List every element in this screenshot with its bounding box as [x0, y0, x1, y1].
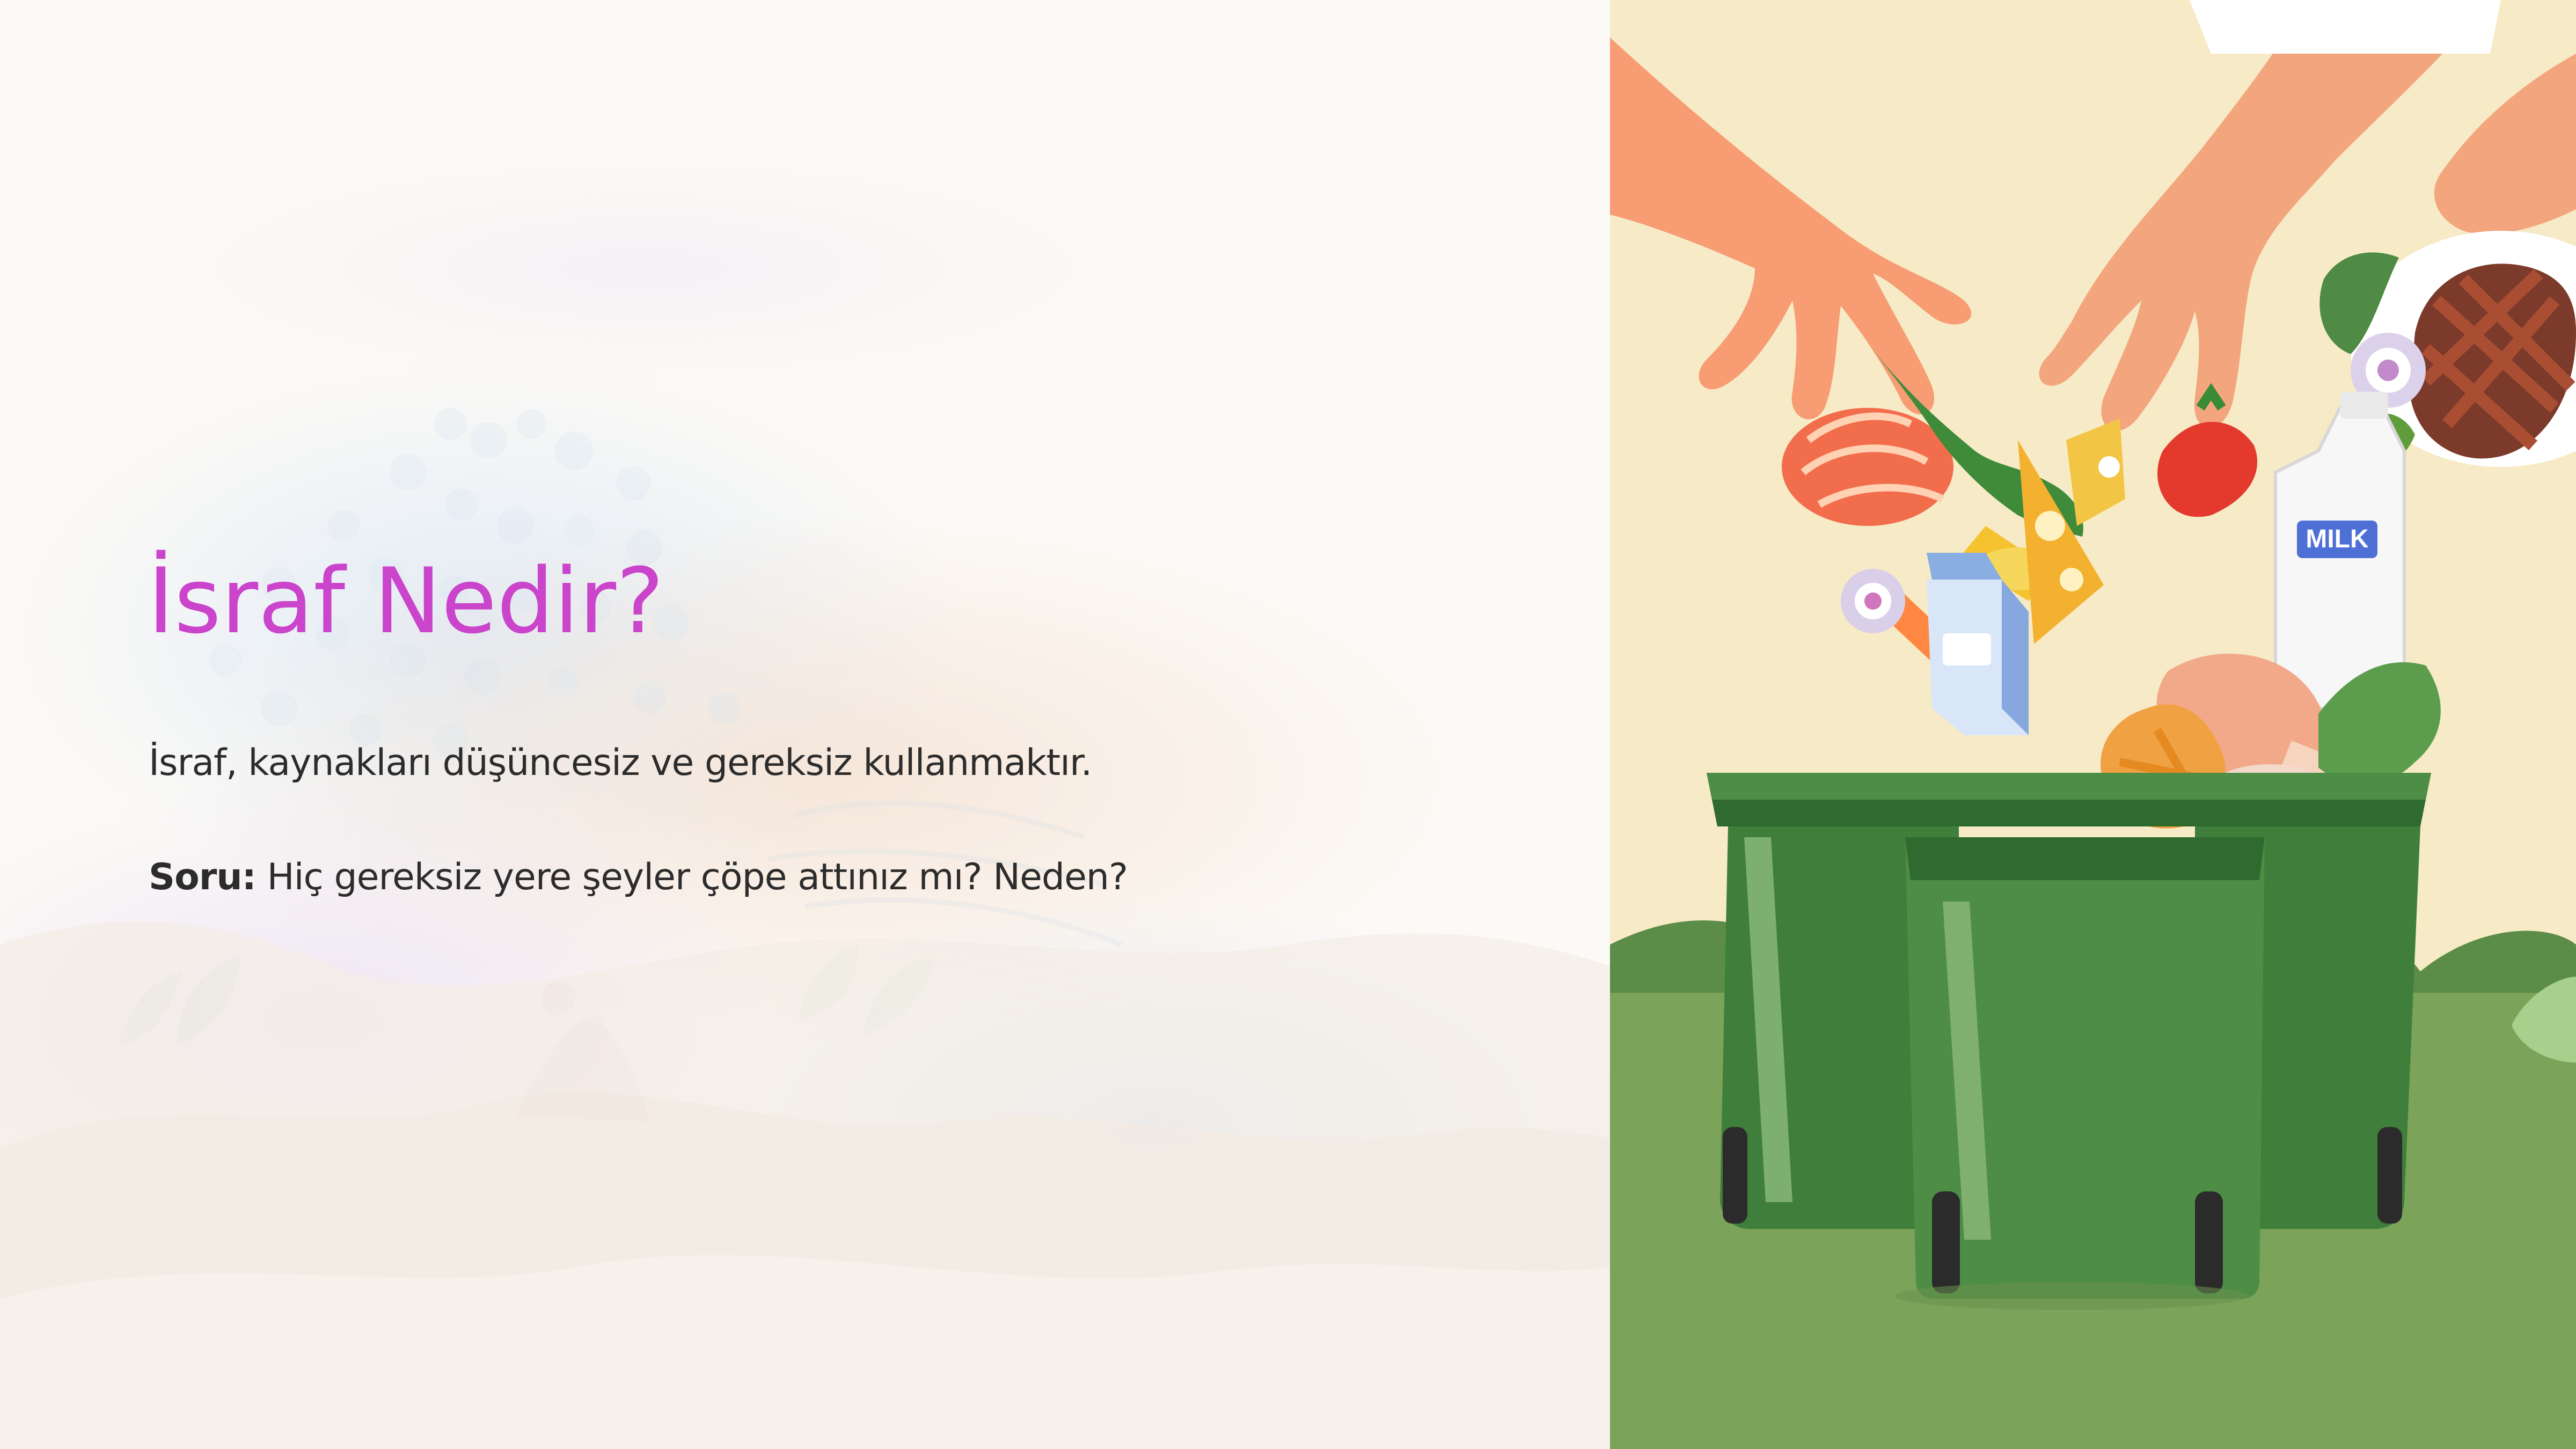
text-panel: İsraf Nedir? İsraf, kaynakları düşüncesi… — [0, 0, 1610, 1449]
food-waste-illustration-icon: MILK — [1610, 0, 2576, 1449]
faded-landscape-background — [0, 0, 1610, 1449]
slide: İsraf Nedir? İsraf, kaynakları düşüncesi… — [0, 0, 2576, 1449]
definition-text: İsraf, kaynakları düşüncesiz ve gereksiz… — [149, 742, 1092, 784]
slide-title: İsraf Nedir? — [148, 548, 664, 654]
question-text: Hiç gereksiz yere şeyler çöpe attınız mı… — [255, 856, 1128, 898]
food-waste-illustration: MILK — [1610, 0, 2576, 1449]
milk-label: MILK — [2306, 525, 2369, 553]
question-label: Soru: — [149, 856, 257, 898]
question-paragraph: Soru: Hiç gereksiz yere şeyler çöpe attı… — [149, 851, 1128, 904]
